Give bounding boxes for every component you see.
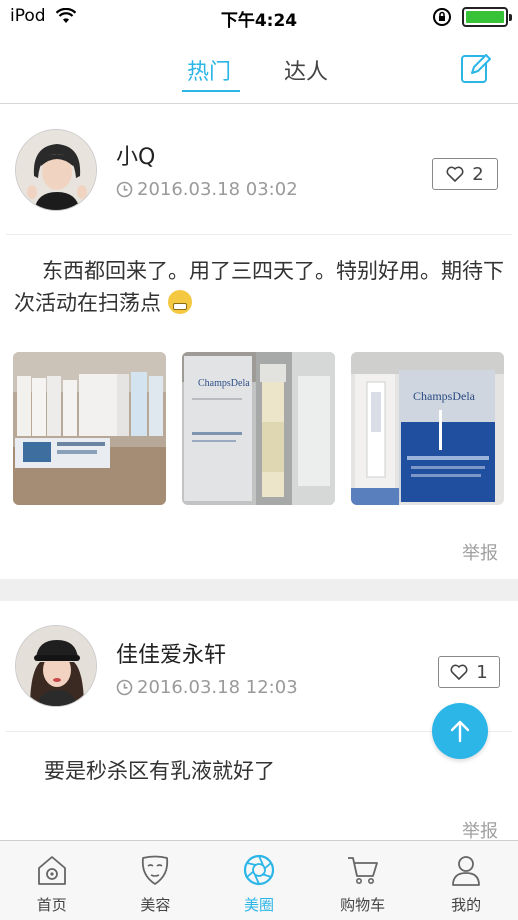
cart-icon [347,857,378,884]
bottom-tab-bar: 首页 美容 美圈 购物车 我的 [0,840,518,920]
post-time-text: 2016.03.18 12:03 [137,677,298,698]
feed: 小Q 2016.03.18 03:02 2 东西都回来了。用了三四天了。特别好用… [0,105,518,842]
status-right [432,7,512,27]
post-photo[interactable]: ChampsDela [182,352,335,505]
tab-hot[interactable]: 热门 [187,54,231,86]
avatar[interactable] [15,129,97,211]
top-nav: 热门 达人 [0,34,518,104]
tabbar-item-home[interactable]: 首页 [0,841,104,920]
rotation-lock-icon [433,8,451,26]
tab-expert[interactable]: 达人 [284,54,328,86]
divider [6,234,512,235]
post-card: 小Q 2016.03.18 03:02 2 东西都回来了。用了三四天了。特别好用… [0,105,518,579]
photo-grid: ChampsDela ChampsDela [13,352,504,505]
tabbar-item-beauty[interactable]: 美容 [104,841,208,920]
like-button[interactable]: 1 [438,656,500,688]
tabbar-label: 美容 [140,896,171,914]
tab-active-underline [182,90,240,92]
avatar[interactable] [15,625,97,707]
tabbar-label: 美圈 [243,896,274,914]
post-text: 东西都回来了。用了三四天了。特别好用。期待下次活动在扫荡点 [14,255,504,319]
profile-icon [452,856,481,886]
brand-label: ChampsDela [413,389,476,403]
post-time-text: 2016.03.18 03:02 [137,179,298,200]
tabbar-item-mine[interactable]: 我的 [414,841,518,920]
aperture-icon [243,854,275,886]
heart-icon [450,664,468,680]
brand-label: ChampsDela [198,378,250,389]
post-text-content: 要是秒杀区有乳液就好了 [44,759,275,783]
edit-icon[interactable] [460,52,492,84]
clock-icon [116,181,133,198]
post-separator [0,579,518,601]
tabbar-label: 首页 [36,896,67,914]
username[interactable]: 小Q [116,139,155,171]
like-button[interactable]: 2 [432,158,498,190]
tabbar-label: 我的 [451,896,482,914]
home-icon [37,856,66,885]
post-photo[interactable] [13,352,166,505]
post-photo[interactable]: ChampsDela [351,352,504,505]
post-time: 2016.03.18 12:03 [116,677,298,698]
tabbar-item-cart[interactable]: 购物车 [311,841,415,920]
battery-icon [462,7,512,27]
scroll-top-button[interactable] [432,703,488,759]
tabbar-item-circle[interactable]: 美圈 [207,841,311,920]
clock-icon [116,679,133,696]
status-bar: iPod 下午4:24 [0,0,518,34]
grimace-emoji-icon [167,290,192,314]
post-header: 小Q 2016.03.18 03:02 2 [0,105,518,235]
username[interactable]: 佳佳爱永轩 [116,637,226,669]
face-mask-icon [142,855,169,885]
post-text: 要是秒杀区有乳液就好了 [44,755,504,787]
post-text-content: 东西都回来了。用了三四天了。特别好用。期待下次活动在扫荡点 [14,259,504,315]
arrow-up-icon [450,720,470,743]
post-time: 2016.03.18 03:02 [116,179,298,200]
heart-icon [446,166,464,182]
report-link[interactable]: 举报 [462,539,498,565]
like-count: 1 [476,661,488,683]
tabbar-label: 购物车 [340,896,386,914]
like-count: 2 [472,163,484,185]
